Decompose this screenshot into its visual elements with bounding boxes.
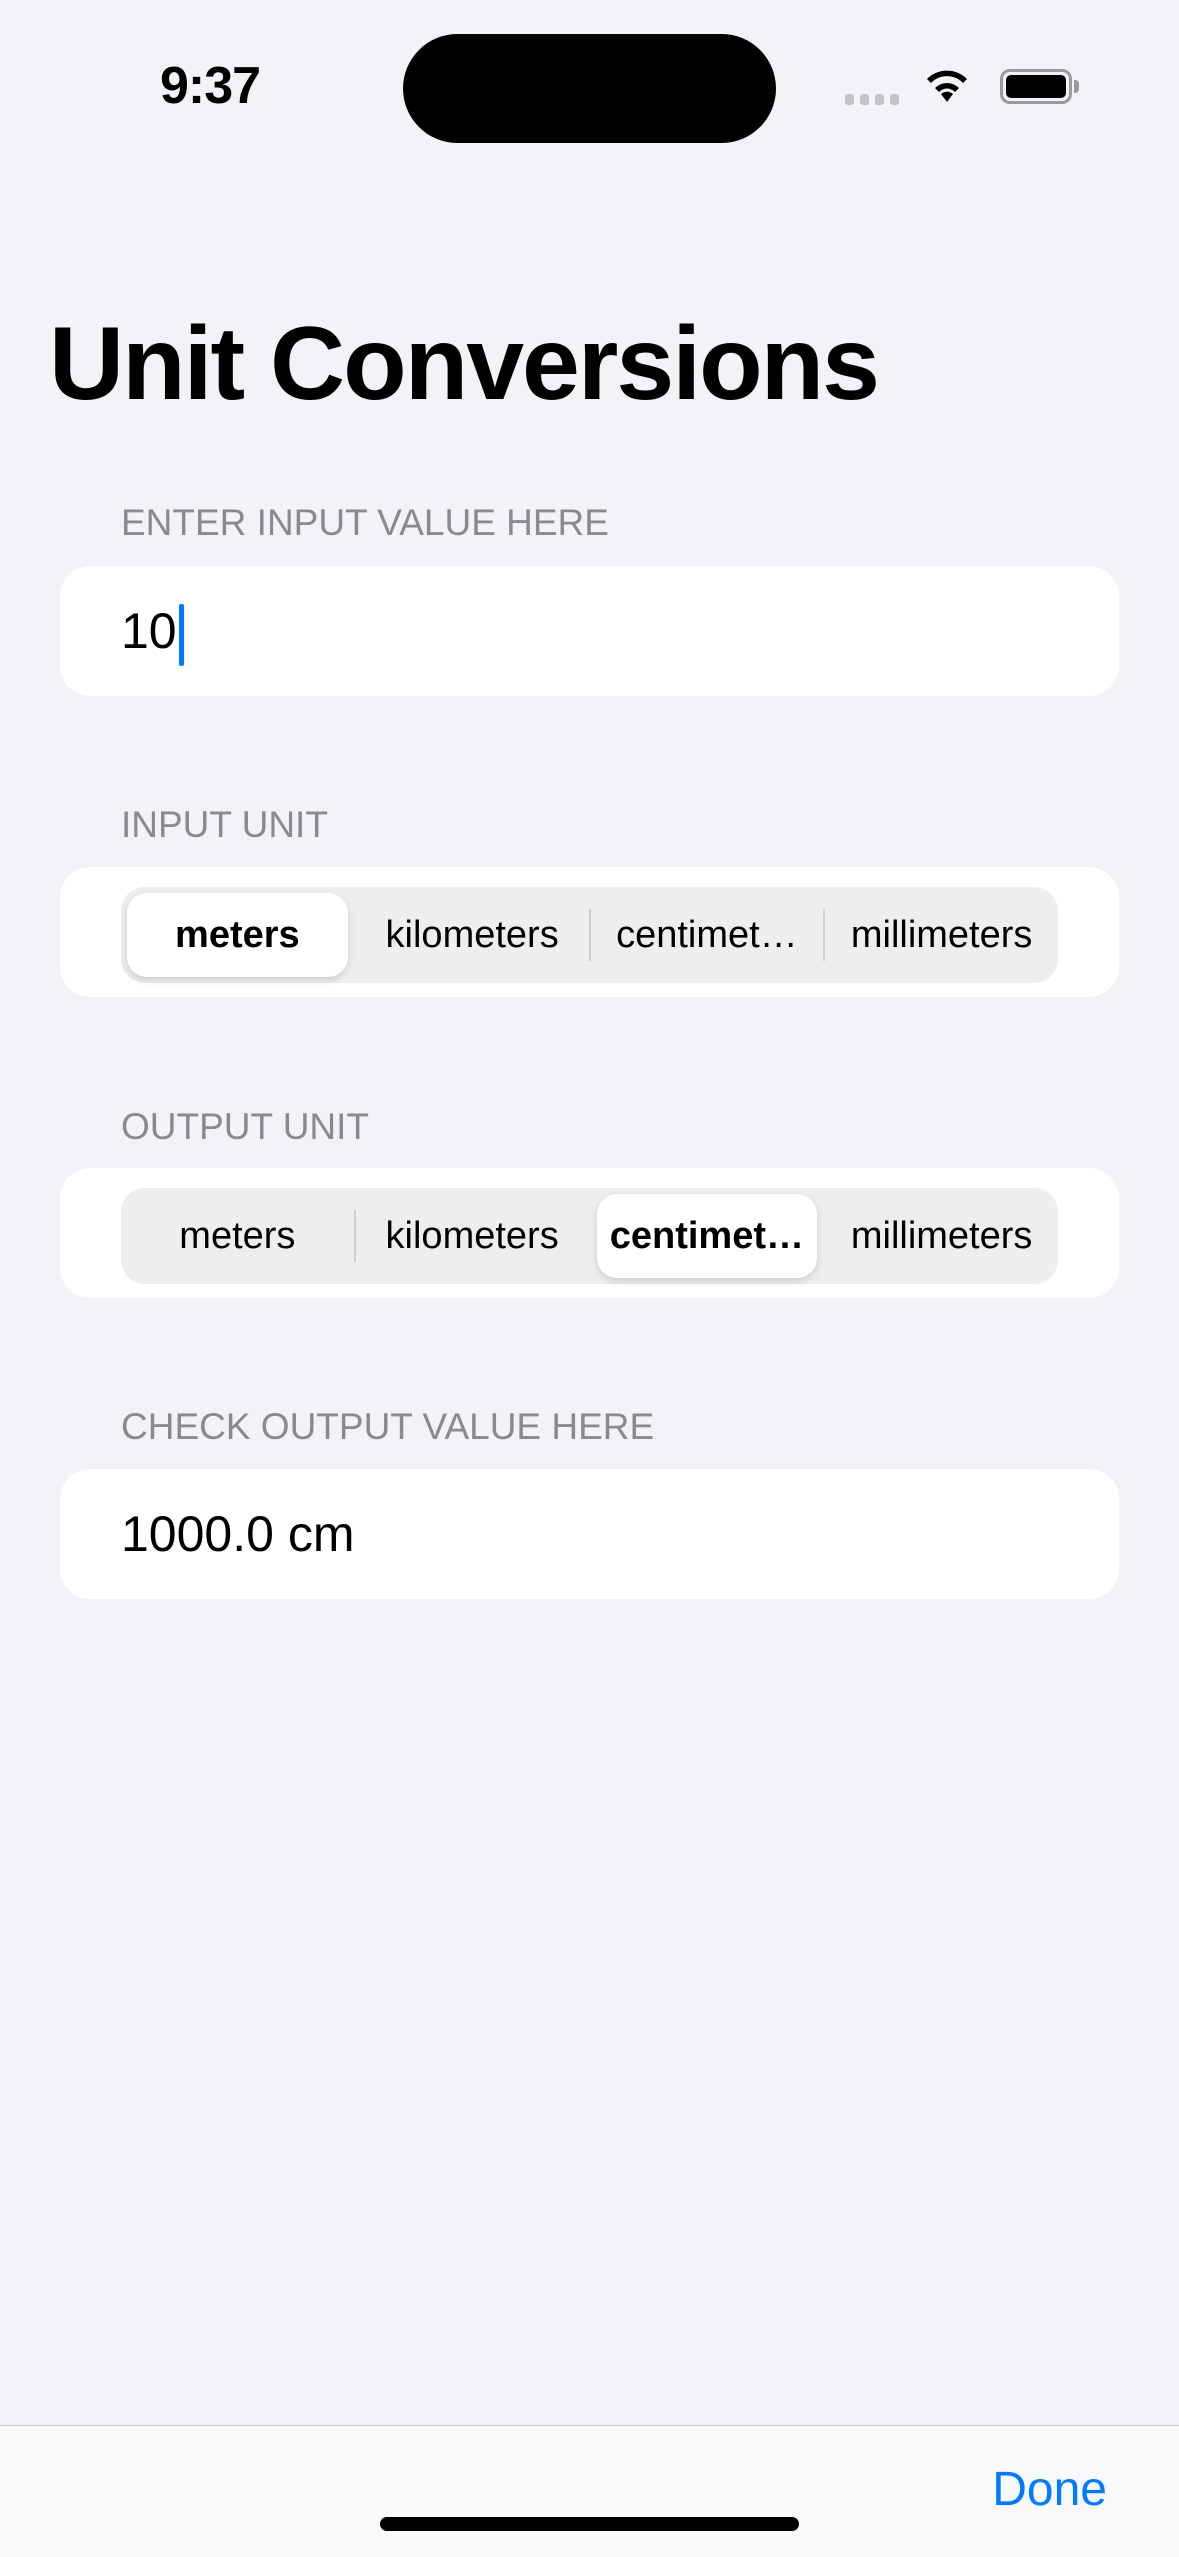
segment-divider: [588, 909, 591, 961]
segment-divider: [353, 1210, 356, 1262]
battery-tip: [1074, 80, 1079, 93]
output-value-card: 1000.0 cm: [60, 1469, 1119, 1599]
status-time: 9:37: [160, 57, 261, 115]
cellular-signal-icon: [845, 94, 899, 105]
wifi-icon: [922, 64, 972, 109]
segment-divider: [354, 909, 356, 961]
output-unit-option-kilometers[interactable]: kilometers: [362, 1194, 583, 1278]
output-value-label: CHECK OUTPUT VALUE HERE: [121, 1406, 655, 1447]
segment-divider: [823, 1210, 825, 1262]
home-indicator[interactable]: [380, 2517, 799, 2531]
input-unit-option-meters[interactable]: meters: [127, 893, 348, 977]
input-value-text[interactable]: 10: [121, 566, 184, 696]
input-unit-option-centimeters[interactable]: centimet…: [597, 893, 818, 977]
input-unit-option-millimeters[interactable]: millimeters: [831, 893, 1052, 977]
input-value-field[interactable]: 10: [60, 566, 1119, 696]
input-value-label: ENTER INPUT VALUE HERE: [121, 502, 609, 543]
text-cursor: [178, 603, 184, 666]
done-button[interactable]: Done: [992, 2462, 1107, 2517]
output-unit-card: meters kilometers centimet… millimeters: [60, 1168, 1119, 1298]
battery-icon: [1000, 69, 1072, 104]
output-unit-label: OUTPUT UNIT: [121, 1106, 370, 1147]
segment-divider: [823, 909, 826, 961]
output-value: 1000.0 cm: [121, 1506, 355, 1562]
input-value: 10: [121, 603, 177, 659]
input-unit-option-kilometers[interactable]: kilometers: [362, 893, 583, 977]
output-unit-segmented-control[interactable]: meters kilometers centimet… millimeters: [121, 1188, 1058, 1284]
input-unit-segmented-control[interactable]: meters kilometers centimet… millimeters: [121, 887, 1058, 983]
input-unit-card: meters kilometers centimet… millimeters: [60, 867, 1119, 997]
page-title: Unit Conversions: [49, 306, 880, 422]
output-unit-option-centimeters[interactable]: centimet…: [596, 1194, 818, 1278]
segment-divider: [589, 1210, 591, 1262]
dynamic-island: [403, 34, 776, 143]
input-unit-label: INPUT UNIT: [121, 804, 328, 845]
output-unit-option-millimeters[interactable]: millimeters: [831, 1194, 1052, 1278]
output-unit-option-meters[interactable]: meters: [127, 1194, 348, 1278]
